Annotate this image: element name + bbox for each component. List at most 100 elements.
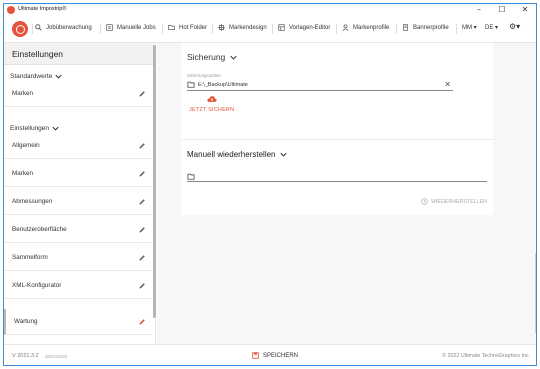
main-toolbar: Jobüberwachung Manuelle Jobs Hot Folder …	[4, 17, 536, 43]
pencil-icon	[139, 171, 145, 177]
restore-button-label: WIEDERHERSTELLEN	[431, 198, 487, 205]
main-content: Sicherung Sicherungsordner E:\_Backup\Ul…	[157, 43, 536, 344]
pencil-icon	[139, 199, 145, 205]
sidebar-item-label: Allgemein	[12, 142, 40, 149]
save-icon	[252, 352, 259, 359]
footer-bar: V 2021.3.2 ab0d193eb SPEICHERN © 2022 Ul…	[4, 344, 536, 365]
nav-vorlagen-editor[interactable]: Vorlagen-Editor	[278, 24, 330, 31]
nav-label: Vorlagen-Editor	[289, 24, 331, 31]
folder-icon	[187, 173, 195, 180]
sidebar-item-xml-konfigurator[interactable]: XML-Konfigurator	[4, 273, 152, 299]
manual-jobs-icon	[106, 24, 113, 31]
nav-label: Bannerprofile	[413, 24, 449, 31]
backup-now-button[interactable]: JETZT SICHERN	[189, 107, 234, 113]
settings-menu[interactable]: ⚙▾	[509, 22, 520, 31]
chevron-down-icon	[52, 126, 59, 131]
nav-label: Markendesign	[229, 24, 267, 31]
backup-path-value: E:\_Backup\Ultimate	[198, 82, 248, 88]
sidebar-scrollbar[interactable]	[153, 45, 156, 318]
sidebar-item-marken[interactable]: Marken	[4, 161, 152, 187]
divider	[32, 24, 33, 34]
sidebar-title: Einstellungen	[12, 49, 64, 59]
restore-button[interactable]: WIEDERHERSTELLEN	[421, 198, 487, 205]
nav-markendesign[interactable]: Markendesign	[218, 24, 267, 31]
divider	[396, 24, 397, 34]
section-title: Einstellungen	[10, 125, 50, 132]
save-button[interactable]: SPEICHERN	[252, 352, 298, 359]
nav-hot-folder[interactable]: Hot Folder	[168, 24, 207, 31]
app-logo-icon	[12, 21, 28, 37]
sidebar-item-marken-standard[interactable]: Marken	[4, 81, 152, 107]
sidebar-item-label: Abmessungen	[12, 198, 53, 205]
restore-section: Manuell wiederherstellen WIEDERHERSTELLE…	[181, 139, 493, 215]
sidebar-item-label: XML-Konfigurator	[12, 282, 62, 289]
nav-manuelle-jobs[interactable]: Manuelle Jobs	[106, 24, 156, 31]
sidebar-item-label: Benutzeroberfläche	[12, 226, 67, 233]
cloud-upload-icon	[207, 96, 217, 102]
pencil-icon	[139, 319, 145, 325]
window-title: Ultimate Impostrip®	[18, 6, 67, 12]
nav-label: Jobüberwachung	[46, 24, 92, 31]
field-label: Sicherungsordner	[187, 73, 221, 78]
section-title: Standardwerte	[10, 73, 53, 80]
sidebar-item-label: Wartung	[14, 318, 38, 325]
save-label: SPEICHERN	[263, 352, 299, 359]
divider	[272, 24, 273, 34]
user-initials: MM ▾	[462, 25, 477, 31]
title-bar: Ultimate Impostrip® – ☐ ✕	[4, 4, 536, 17]
sidebar-item-wartung[interactable]: Wartung	[4, 309, 152, 335]
sidebar-item-allgemein[interactable]: Allgemein	[4, 133, 152, 159]
folder-icon	[187, 81, 195, 88]
language-code: DE ▾	[485, 25, 499, 31]
pencil-icon	[139, 283, 145, 289]
pencil-icon	[139, 227, 145, 233]
sidebar-header: Einstellungen	[4, 43, 154, 65]
settings-sidebar: Einstellungen Standardwerte Marken Einst…	[4, 43, 156, 344]
section-standardwerte[interactable]: Standardwerte	[10, 73, 62, 80]
section-einstellungen[interactable]: Einstellungen	[10, 125, 59, 132]
sidebar-item-label: Sammelform	[12, 254, 48, 261]
close-button[interactable]: ✕	[518, 5, 532, 15]
divider	[162, 24, 163, 34]
history-icon	[421, 198, 428, 205]
pencil-icon	[139, 143, 145, 149]
version-label: V 2021.3.2	[12, 353, 39, 359]
gear-icon: ⚙▾	[509, 22, 521, 31]
section-title: Manuell wiederherstellen	[187, 150, 276, 159]
sidebar-item-label: Marken	[12, 170, 33, 177]
clear-icon[interactable]: ✕	[444, 80, 451, 89]
content-scrollbar[interactable]	[535, 253, 536, 333]
sidebar-item-benutzeroberflaeche[interactable]: Benutzeroberfläche	[4, 217, 152, 243]
banner-icon	[403, 24, 408, 31]
search-icon	[35, 24, 42, 31]
restore-header[interactable]: Manuell wiederherstellen	[187, 150, 287, 159]
nav-label: Hot Folder	[179, 24, 208, 31]
backup-card: Sicherung Sicherungsordner E:\_Backup\Ul…	[181, 43, 493, 215]
minimize-button[interactable]: –	[472, 5, 486, 15]
folder-icon	[168, 25, 175, 30]
nav-jobueberwachung[interactable]: Jobüberwachung	[35, 24, 92, 31]
nav-label: Markenprofile	[353, 24, 390, 31]
profile-icon	[342, 24, 349, 31]
app-window: Ultimate Impostrip® – ☐ ✕ Jobüberwachung…	[3, 3, 537, 366]
sicherung-header[interactable]: Sicherung	[187, 52, 237, 62]
template-icon	[278, 24, 285, 31]
nav-bannerprofile[interactable]: Bannerprofile	[402, 24, 449, 31]
chevron-down-icon	[230, 55, 237, 60]
user-menu[interactable]: MM ▾	[462, 24, 477, 31]
language-menu[interactable]: DE ▾	[485, 24, 498, 31]
chevron-down-icon	[55, 74, 62, 79]
restore-path-field[interactable]	[187, 172, 487, 182]
mark-design-icon	[218, 24, 225, 31]
divider	[456, 24, 457, 34]
build-hash: ab0d193eb	[45, 354, 68, 359]
section-title: Sicherung	[187, 52, 226, 62]
nav-markenprofile[interactable]: Markenprofile	[342, 24, 389, 31]
divider	[336, 24, 337, 34]
sidebar-item-sammelform[interactable]: Sammelform	[4, 245, 152, 271]
app-icon	[7, 6, 15, 14]
maximize-button[interactable]: ☐	[495, 5, 509, 15]
sidebar-item-abmessungen[interactable]: Abmessungen	[4, 189, 152, 215]
backup-path-field[interactable]: E:\_Backup\Ultimate ✕	[187, 80, 453, 91]
divider	[212, 24, 213, 34]
